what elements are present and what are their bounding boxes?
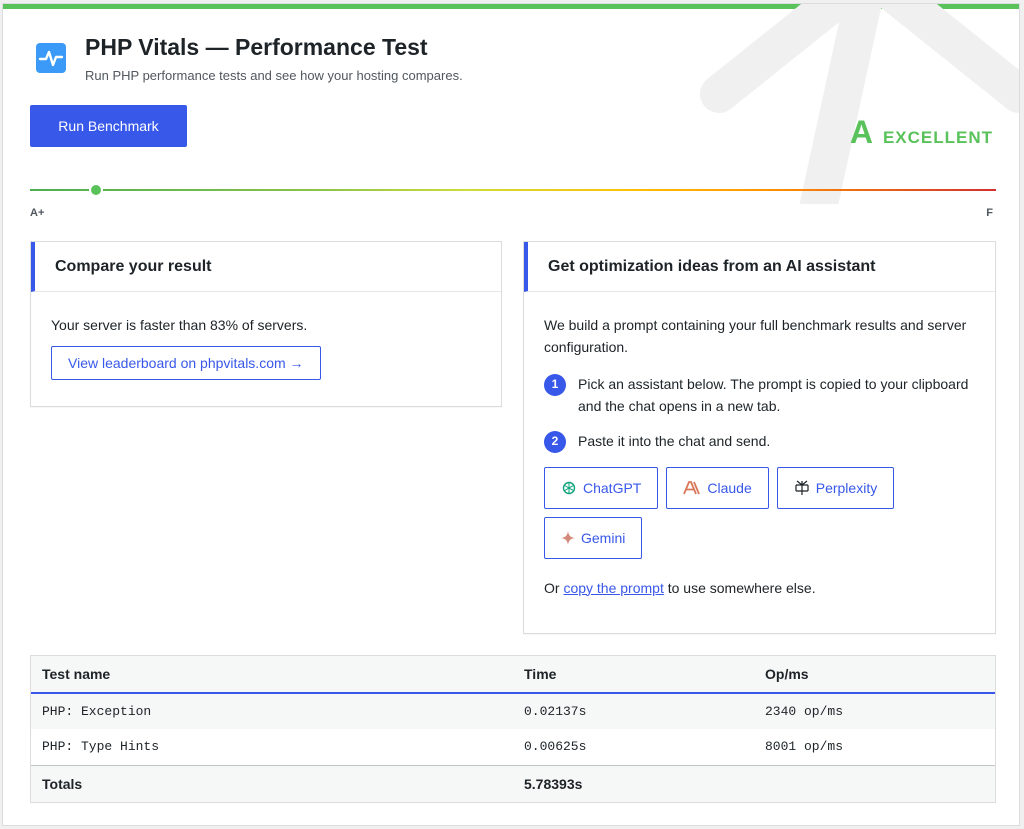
compare-text: Your server is faster than 83% of server…: [51, 317, 308, 333]
chatgpt-icon: [562, 481, 576, 494]
totals-empty-cell: [754, 764, 995, 802]
background-arrow-graphic: [700, 4, 1019, 204]
test-name-cell: PHP: Exception: [31, 693, 513, 729]
grade-letter: A: [849, 114, 873, 150]
step-item: 1 Pick an assistant below. The prompt is…: [544, 373, 975, 418]
view-leaderboard-button[interactable]: View leaderboard on phpvitals.com →: [51, 346, 321, 381]
perplexity-label: Perplexity: [815, 479, 878, 496]
gemini-icon: [561, 530, 575, 545]
copy-prompt-text: Or copy the prompt to use somewhere else…: [544, 577, 975, 599]
time-cell: 0.00625s: [524, 739, 587, 755]
pulse-logo-icon: [36, 43, 66, 73]
step-number-badge: 2: [544, 430, 566, 453]
column-header-time: Time: [513, 656, 754, 694]
plugin-page: PHP Vitals — Performance Test Run PHP pe…: [2, 3, 1020, 826]
totals-time: 5.78393s: [513, 764, 754, 802]
compare-card: Compare your result Your server is faste…: [30, 241, 502, 407]
perplexity-icon: [795, 480, 809, 495]
gemini-label: Gemini: [581, 529, 626, 546]
ai-assistant-card: Get optimization ideas from an AI assist…: [523, 241, 996, 634]
page-subtitle: Run PHP performance tests and see how yo…: [85, 68, 463, 83]
step-item: 2 Paste it into the chat and send.: [544, 430, 975, 453]
claude-label: Claude: [707, 479, 752, 496]
gemini-button[interactable]: Gemini: [544, 516, 643, 559]
totals-label: Totals: [31, 764, 513, 802]
step-text: Pick an assistant below. The prompt is c…: [578, 375, 969, 415]
table-header-row: Test name Time Op/ms: [31, 656, 995, 694]
test-name-cell: PHP: Type Hints: [42, 739, 160, 755]
grade-label: EXCELLENT: [882, 128, 993, 147]
chatgpt-label: ChatGPT: [583, 479, 642, 496]
table-row: PHP: Exception 0.02137s 2340 op/ms: [31, 693, 995, 729]
time-cell: 0.02137s: [513, 693, 754, 729]
scale-end-label: F: [986, 207, 993, 219]
ops-cell: 8001 op/ms: [765, 739, 844, 755]
copy-prompt-link[interactable]: copy the prompt: [563, 580, 663, 596]
assistant-buttons: ChatGPT Claude Perplexity Gemini: [544, 466, 924, 559]
ai-card-heading: Get optimization ideas from an AI assist…: [524, 242, 995, 292]
scale-start-label: A+: [30, 207, 45, 219]
results-table: Test name Time Op/ms PHP: Exception 0.02…: [30, 655, 996, 803]
claude-icon: [683, 480, 701, 494]
run-benchmark-button[interactable]: Run Benchmark: [30, 105, 187, 147]
claude-button[interactable]: Claude: [666, 466, 769, 509]
ops-cell: 2340 op/ms: [754, 693, 995, 729]
copy-prompt-suffix: to use somewhere else.: [663, 579, 816, 596]
column-header-test-name: Test name: [31, 656, 513, 694]
grade-scale-marker: [89, 183, 103, 197]
page-title: PHP Vitals — Performance Test: [85, 34, 428, 60]
column-header-ops: Op/ms: [754, 656, 995, 694]
grade-scale-bar: [30, 189, 996, 191]
chatgpt-button[interactable]: ChatGPT: [544, 466, 659, 509]
totals-row: Totals 5.78393s: [31, 764, 995, 802]
perplexity-button[interactable]: Perplexity: [776, 466, 895, 509]
step-text: Paste it into the chat and send.: [578, 432, 771, 449]
grade-display: A EXCELLENT: [850, 114, 993, 151]
compare-card-heading: Compare your result: [31, 242, 501, 292]
step-number-badge: 1: [544, 373, 566, 396]
ai-intro-text: We build a prompt containing your full b…: [544, 317, 967, 356]
table-row: PHP: Type Hints 0.00625s 8001 op/ms: [31, 729, 995, 765]
copy-prompt-prefix: Or: [544, 579, 564, 596]
